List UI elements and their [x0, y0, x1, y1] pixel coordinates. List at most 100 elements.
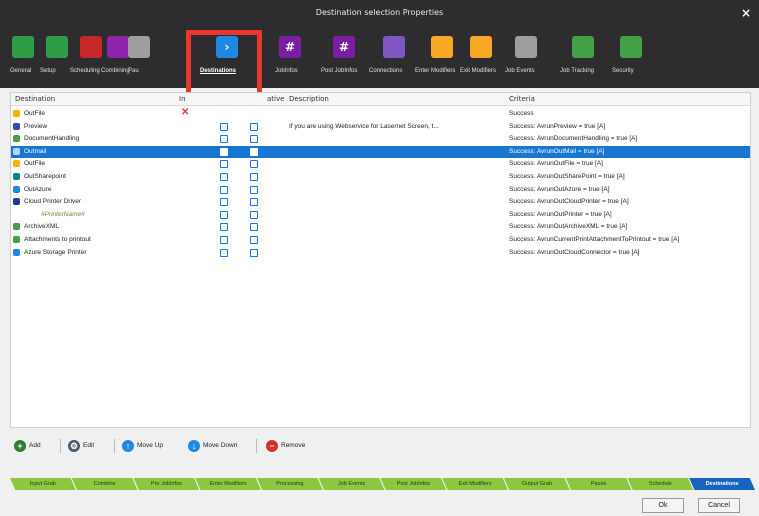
criteria-cell: Success: AvrunOutArchiveXML = true [A]	[509, 223, 628, 231]
table-row[interactable]: Outmail Success: AvrunOutMail = true [A]	[11, 145, 750, 158]
ok-button[interactable]: Ok	[642, 498, 684, 513]
pipeline-step-exit-modifiers[interactable]: Exit Modifiers	[442, 478, 508, 490]
move-up-label: Move Up	[137, 442, 164, 449]
alternative-checkbox[interactable]	[250, 173, 258, 181]
criteria-cell: Success: AvrunPreview = true [A]	[509, 122, 606, 130]
ribbon-label: Destinations	[200, 68, 237, 74]
folder-icon	[13, 110, 20, 117]
header-description[interactable]: Description	[289, 95, 329, 103]
enabled-checkbox[interactable]	[220, 248, 228, 257]
header-alternative[interactable]: ative	[267, 95, 284, 103]
header-in[interactable]: In	[179, 95, 186, 103]
ribbon-label: Job Events	[505, 68, 535, 74]
ribbon-label: General	[10, 68, 32, 74]
enabled-checkbox[interactable]	[220, 223, 228, 232]
add-icon: +	[14, 440, 26, 452]
action-toolbar: + Add ⚙ Edit ↑ Move Up ↓ Move Down − Rem…	[10, 436, 751, 458]
header-destination[interactable]: Destination	[15, 95, 55, 103]
arrow-up-icon: ↑	[122, 440, 134, 452]
table-row[interactable]: OutFile ✕ Success	[11, 107, 750, 120]
table-row[interactable]: Preview If you are using Webservice for L…	[11, 121, 750, 133]
enabled-checkbox[interactable]	[220, 198, 228, 207]
enabled-checkbox[interactable]	[220, 185, 228, 194]
tracking-icon	[572, 36, 594, 58]
pipeline-step-combine[interactable]: Combine	[71, 478, 138, 490]
move-down-label: Move Down	[203, 442, 238, 449]
table-row[interactable]: Cloud Printer Driver Success: AvrunOutClo…	[11, 196, 750, 208]
table-row[interactable]: OutAzure Success: AvrunOutAzure = true [A…	[11, 184, 750, 196]
criteria-cell: Success: AvrunOutSharePoint = true [A]	[509, 173, 625, 180]
alternative-checkbox[interactable]	[250, 210, 258, 219]
error-x-icon: ✕	[181, 107, 190, 118]
alternative-checkbox[interactable]	[250, 185, 258, 194]
destination-name: OutFile	[24, 160, 45, 168]
globe-icon	[13, 236, 20, 243]
destination-name: OutAzure	[24, 185, 52, 193]
ribbon-label: Enter Modifiers	[415, 68, 456, 74]
destination-name: OutSharepoint	[24, 173, 66, 180]
pipeline-step-destinations[interactable]: Destinations	[689, 478, 755, 490]
pipeline-step-output-grab[interactable]: Output Grab	[504, 478, 570, 490]
header-criteria[interactable]: Criteria	[509, 95, 535, 103]
criteria-cell: Success: AvrunOutMail = true [A]	[509, 147, 605, 155]
globe-icon	[13, 135, 20, 143]
pipeline-step-processing[interactable]: Processing	[257, 478, 323, 490]
alternative-checkbox[interactable]	[250, 198, 258, 207]
folder-icon	[13, 160, 20, 168]
alternative-checkbox[interactable]	[250, 147, 258, 156]
pipeline-step-post-jobinfos[interactable]: Post JobInfos	[380, 478, 447, 490]
destinations-table: Destination In ative Description Criteri…	[10, 92, 751, 428]
table-row[interactable]: ArchiveXML Success: AvrunOutArchiveXML = …	[11, 221, 750, 233]
table-row[interactable]: DocumentHandling Success: AvrunDocumentHa…	[11, 133, 750, 145]
close-icon[interactable]: ×	[741, 6, 751, 20]
pipeline-step-job-events[interactable]: Job Events	[318, 478, 385, 490]
table-row[interactable]: #PrinterName# Success: AvrunOutPrinter = …	[11, 209, 750, 221]
enabled-checkbox[interactable]	[220, 147, 228, 156]
pipeline-step-schedule[interactable]: Schedule	[627, 478, 694, 490]
enter-modifier-icon	[431, 36, 453, 58]
azure-icon	[13, 248, 20, 256]
destination-name: Preview	[24, 122, 48, 130]
globe-icon	[13, 223, 20, 231]
enabled-checkbox[interactable]	[220, 160, 228, 169]
enabled-checkbox[interactable]	[220, 135, 228, 144]
separator	[60, 439, 61, 453]
pause-icon	[128, 36, 150, 58]
enabled-checkbox[interactable]	[220, 236, 228, 244]
table-row[interactable]: Attachments to printout Success: AvrunCur…	[11, 234, 750, 246]
ribbon-label: Pau	[128, 68, 139, 74]
cancel-button[interactable]: Cancel	[698, 498, 740, 513]
hash-icon: #	[333, 36, 355, 58]
pipeline-step-enter-modifiers[interactable]: Enter Modifiers	[195, 478, 261, 490]
alternative-checkbox[interactable]	[250, 122, 258, 131]
table-row[interactable]: OutFile Success: AvrunOutFile = true [A]	[11, 158, 750, 170]
destination-name: ArchiveXML	[24, 223, 60, 231]
ribbon-label: JobInfos	[275, 68, 298, 74]
criteria-cell: Success: AvrunCurrentPrintAttachmentToPr…	[509, 236, 680, 243]
mail-icon	[13, 147, 20, 155]
pipeline-step-input-grab[interactable]: Input Grab	[10, 478, 76, 490]
alternative-checkbox[interactable]	[250, 135, 258, 144]
alternative-checkbox[interactable]	[250, 160, 258, 169]
alternative-checkbox[interactable]	[250, 248, 258, 257]
destination-name: Azure Storage Printer	[24, 248, 87, 256]
enabled-checkbox[interactable]	[220, 122, 228, 131]
alternative-checkbox[interactable]	[250, 236, 258, 244]
description-cell: If you are using Webservice for Lasernet…	[289, 122, 439, 130]
ribbon-label: Setup	[40, 68, 56, 74]
pipeline-steps: Input Grab Combine Pre JobInfos Enter Modif…	[10, 478, 755, 490]
table-row[interactable]: Azure Storage Printer Success: AvrunOutCl…	[11, 247, 750, 259]
criteria-cell: Success: AvrunOutFile = true [A]	[509, 160, 603, 168]
add-label: Add	[29, 442, 41, 449]
pipeline-step-pre-jobinfos[interactable]: Pre JobInfos	[133, 478, 200, 490]
pipeline-step-pause[interactable]: Pause	[565, 478, 632, 490]
enabled-checkbox[interactable]	[220, 210, 228, 219]
enabled-checkbox[interactable]	[220, 173, 228, 181]
table-row[interactable]: OutSharepoint Success: AvrunOutSharePoint…	[11, 171, 750, 183]
list-icon	[383, 36, 405, 58]
alternative-checkbox[interactable]	[250, 223, 258, 232]
destination-name: #PrinterName#	[41, 210, 85, 218]
arrow-down-icon: ↓	[188, 440, 200, 452]
destination-name: Outmail	[24, 147, 47, 155]
criteria-cell: Success: AvrunOutCloudConnector = true […	[509, 248, 640, 256]
